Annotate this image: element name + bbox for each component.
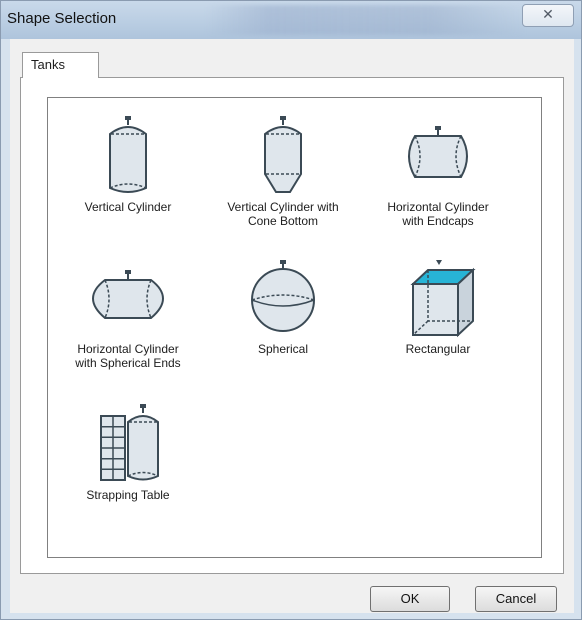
ok-button[interactable]: OK xyxy=(370,586,450,612)
vertical-cylinder-icon xyxy=(109,116,147,193)
horizontal-cylinder-endcaps-icon xyxy=(408,126,468,178)
shape-label: Vertical Cylinder xyxy=(84,200,172,214)
title-bar-background xyxy=(206,5,526,35)
close-button[interactable]: ✕ xyxy=(522,4,574,27)
shape-label: Horizontal Cylinder with Endcaps xyxy=(387,200,489,228)
shape-label: Horizontal Cylinder with Spherical Ends xyxy=(75,342,181,370)
shape-label: Vertical Cylinder with Cone Bottom xyxy=(227,200,339,228)
dialog-body: Tanks Vertical Cylinder Vertical Cylinde… xyxy=(10,39,574,613)
close-icon: ✕ xyxy=(542,6,554,22)
shape-selection-dialog: Shape Selection ✕ Tanks Vertical Cylinde… xyxy=(0,0,582,620)
shape-item-vertical-cylinder[interactable]: Vertical Cylinder xyxy=(53,116,203,246)
tab-tanks[interactable]: Tanks xyxy=(22,52,99,78)
vertical-cylinder-cone-bottom-icon xyxy=(264,116,302,193)
shape-item-rectangular[interactable]: Rectangular xyxy=(363,258,513,388)
tanks-tab-panel: Vertical Cylinder Vertical Cylinder with xyxy=(20,77,564,574)
shape-label: Rectangular xyxy=(405,342,471,356)
shape-item-horizontal-cylinder-spherical-ends[interactable]: Horizontal Cylinder with Spherical Ends xyxy=(53,258,203,388)
title-bar[interactable]: Shape Selection ✕ xyxy=(1,1,581,39)
shape-list[interactable]: Vertical Cylinder Vertical Cylinder with xyxy=(47,97,542,558)
tab-label: Tanks xyxy=(31,57,65,72)
shape-item-strapping-table[interactable]: Strapping Table xyxy=(53,404,203,534)
window-title: Shape Selection xyxy=(7,10,117,27)
horizontal-cylinder-spherical-ends-icon xyxy=(92,270,164,319)
shape-label: Spherical xyxy=(257,342,309,356)
strapping-table-icon xyxy=(100,404,159,481)
shape-item-vertical-cylinder-cone-bottom[interactable]: Vertical Cylinder with Cone Bottom xyxy=(208,116,358,246)
shape-item-horizontal-cylinder-endcaps[interactable]: Horizontal Cylinder with Endcaps xyxy=(363,116,513,246)
shape-label: Strapping Table xyxy=(86,488,170,502)
rectangular-tank-icon xyxy=(410,260,476,338)
spherical-tank-icon xyxy=(251,260,315,332)
shape-item-spherical[interactable]: Spherical xyxy=(208,258,358,388)
cancel-button[interactable]: Cancel xyxy=(475,586,557,612)
